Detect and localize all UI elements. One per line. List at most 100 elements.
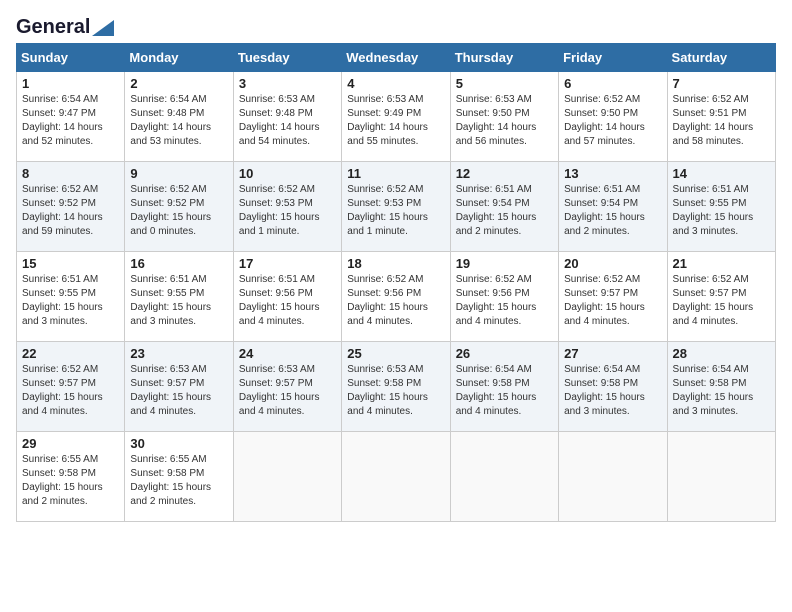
day-number: 14 [673, 166, 770, 181]
day-number: 30 [130, 436, 227, 451]
day-number: 25 [347, 346, 444, 361]
calendar-table: SundayMondayTuesdayWednesdayThursdayFrid… [16, 43, 776, 522]
calendar-cell: 6 Sunrise: 6:52 AMSunset: 9:50 PMDaylight… [559, 72, 667, 162]
logo-icon [92, 20, 114, 36]
calendar-cell [450, 432, 558, 522]
calendar-cell: 11 Sunrise: 6:52 AMSunset: 9:53 PMDayligh… [342, 162, 450, 252]
day-info: Sunrise: 6:51 AMSunset: 9:55 PMDaylight:… [22, 274, 103, 327]
day-number: 11 [347, 166, 444, 181]
calendar-cell: 19 Sunrise: 6:52 AMSunset: 9:56 PMDayligh… [450, 252, 558, 342]
day-number: 15 [22, 256, 119, 271]
calendar-body: 1Sunrise: 6:54 AMSunset: 9:47 PMDaylight… [17, 72, 776, 522]
weekday-header: Thursday [450, 44, 558, 72]
day-info: Sunrise: 6:52 AMSunset: 9:57 PMDaylight:… [673, 274, 754, 327]
day-info: Sunrise: 6:54 AMSunset: 9:58 PMDaylight:… [564, 364, 645, 417]
day-info: Sunrise: 6:52 AMSunset: 9:53 PMDaylight:… [347, 184, 428, 237]
day-number: 4 [347, 76, 444, 91]
day-number: 23 [130, 346, 227, 361]
day-info: Sunrise: 6:54 AMSunset: 9:58 PMDaylight:… [673, 364, 754, 417]
day-info: Sunrise: 6:53 AMSunset: 9:49 PMDaylight:… [347, 94, 428, 147]
day-number: 12 [456, 166, 553, 181]
calendar-cell: 23 Sunrise: 6:53 AMSunset: 9:57 PMDayligh… [125, 342, 233, 432]
day-number: 28 [673, 346, 770, 361]
calendar-week-row: 15 Sunrise: 6:51 AMSunset: 9:55 PMDayligh… [17, 252, 776, 342]
day-number: 7 [673, 76, 770, 91]
day-number: 8 [22, 166, 119, 181]
calendar-cell: 9 Sunrise: 6:52 AMSunset: 9:52 PMDaylight… [125, 162, 233, 252]
calendar-cell: 7 Sunrise: 6:52 AMSunset: 9:51 PMDaylight… [667, 72, 775, 162]
day-info: Sunrise: 6:51 AMSunset: 9:54 PMDaylight:… [564, 184, 645, 237]
day-info: Sunrise: 6:52 AMSunset: 9:57 PMDaylight:… [564, 274, 645, 327]
day-info: Sunrise: 6:51 AMSunset: 9:55 PMDaylight:… [673, 184, 754, 237]
day-info: Sunrise: 6:53 AMSunset: 9:48 PMDaylight:… [239, 94, 320, 147]
header-row: SundayMondayTuesdayWednesdayThursdayFrid… [17, 44, 776, 72]
calendar-cell: 1Sunrise: 6:54 AMSunset: 9:47 PMDaylight… [17, 72, 125, 162]
day-info: Sunrise: 6:53 AMSunset: 9:57 PMDaylight:… [130, 364, 211, 417]
day-number: 19 [456, 256, 553, 271]
day-info: Sunrise: 6:53 AMSunset: 9:58 PMDaylight:… [347, 364, 428, 417]
calendar-week-row: 29 Sunrise: 6:55 AMSunset: 9:58 PMDayligh… [17, 432, 776, 522]
weekday-header: Saturday [667, 44, 775, 72]
logo-text-general: General [16, 16, 90, 39]
day-info: Sunrise: 6:55 AMSunset: 9:58 PMDaylight:… [130, 454, 211, 507]
day-number: 18 [347, 256, 444, 271]
calendar-cell [233, 432, 341, 522]
day-info: Sunrise: 6:54 AMSunset: 9:58 PMDaylight:… [456, 364, 537, 417]
calendar-cell: 12 Sunrise: 6:51 AMSunset: 9:54 PMDayligh… [450, 162, 558, 252]
day-number: 24 [239, 346, 336, 361]
calendar-cell: 20 Sunrise: 6:52 AMSunset: 9:57 PMDayligh… [559, 252, 667, 342]
calendar-cell: 8 Sunrise: 6:52 AMSunset: 9:52 PMDaylight… [17, 162, 125, 252]
day-info: Sunrise: 6:52 AMSunset: 9:51 PMDaylight:… [673, 94, 754, 147]
calendar-week-row: 22Sunrise: 6:52 AMSunset: 9:57 PMDayligh… [17, 342, 776, 432]
weekday-header: Sunday [17, 44, 125, 72]
calendar-cell: 5Sunrise: 6:53 AMSunset: 9:50 PMDaylight… [450, 72, 558, 162]
day-info: Sunrise: 6:51 AMSunset: 9:55 PMDaylight:… [130, 274, 211, 327]
day-number: 26 [456, 346, 553, 361]
day-info: Sunrise: 6:54 AMSunset: 9:47 PMDaylight:… [22, 94, 103, 147]
calendar-cell: 14 Sunrise: 6:51 AMSunset: 9:55 PMDayligh… [667, 162, 775, 252]
calendar-cell: 27 Sunrise: 6:54 AMSunset: 9:58 PMDayligh… [559, 342, 667, 432]
day-info: Sunrise: 6:52 AMSunset: 9:56 PMDaylight:… [347, 274, 428, 327]
day-number: 16 [130, 256, 227, 271]
day-number: 2 [130, 76, 227, 91]
calendar-cell: 2 Sunrise: 6:54 AMSunset: 9:48 PMDaylight… [125, 72, 233, 162]
calendar-cell: 13Sunrise: 6:51 AMSunset: 9:54 PMDayligh… [559, 162, 667, 252]
day-info: Sunrise: 6:52 AMSunset: 9:50 PMDaylight:… [564, 94, 645, 147]
calendar-cell [559, 432, 667, 522]
calendar-week-row: 1Sunrise: 6:54 AMSunset: 9:47 PMDaylight… [17, 72, 776, 162]
day-number: 29 [22, 436, 119, 451]
day-info: Sunrise: 6:52 AMSunset: 9:56 PMDaylight:… [456, 274, 537, 327]
day-info: Sunrise: 6:52 AMSunset: 9:52 PMDaylight:… [22, 184, 103, 237]
calendar-cell: 29Sunrise: 6:55 AMSunset: 9:58 PMDayligh… [17, 432, 125, 522]
calendar-cell: 21 Sunrise: 6:52 AMSunset: 9:57 PMDayligh… [667, 252, 775, 342]
day-number: 6 [564, 76, 661, 91]
day-number: 5 [456, 76, 553, 91]
calendar-week-row: 8 Sunrise: 6:52 AMSunset: 9:52 PMDaylight… [17, 162, 776, 252]
day-number: 27 [564, 346, 661, 361]
weekday-header: Tuesday [233, 44, 341, 72]
day-number: 9 [130, 166, 227, 181]
weekday-header: Wednesday [342, 44, 450, 72]
day-number: 17 [239, 256, 336, 271]
day-info: Sunrise: 6:51 AMSunset: 9:56 PMDaylight:… [239, 274, 320, 327]
calendar-cell [667, 432, 775, 522]
calendar-cell: 28 Sunrise: 6:54 AMSunset: 9:58 PMDayligh… [667, 342, 775, 432]
calendar-cell: 10Sunrise: 6:52 AMSunset: 9:53 PMDayligh… [233, 162, 341, 252]
logo: General [16, 16, 114, 35]
day-info: Sunrise: 6:51 AMSunset: 9:54 PMDaylight:… [456, 184, 537, 237]
day-number: 3 [239, 76, 336, 91]
calendar-cell: 15 Sunrise: 6:51 AMSunset: 9:55 PMDayligh… [17, 252, 125, 342]
weekday-header: Friday [559, 44, 667, 72]
calendar-cell: 18 Sunrise: 6:52 AMSunset: 9:56 PMDayligh… [342, 252, 450, 342]
calendar-header: SundayMondayTuesdayWednesdayThursdayFrid… [17, 44, 776, 72]
calendar-cell: 17 Sunrise: 6:51 AMSunset: 9:56 PMDayligh… [233, 252, 341, 342]
day-info: Sunrise: 6:52 AMSunset: 9:52 PMDaylight:… [130, 184, 211, 237]
day-number: 21 [673, 256, 770, 271]
day-number: 10 [239, 166, 336, 181]
calendar-cell: 4 Sunrise: 6:53 AMSunset: 9:49 PMDaylight… [342, 72, 450, 162]
day-number: 20 [564, 256, 661, 271]
day-info: Sunrise: 6:54 AMSunset: 9:48 PMDaylight:… [130, 94, 211, 147]
day-info: Sunrise: 6:53 AMSunset: 9:57 PMDaylight:… [239, 364, 320, 417]
calendar-cell [342, 432, 450, 522]
calendar-cell: 16 Sunrise: 6:51 AMSunset: 9:55 PMDayligh… [125, 252, 233, 342]
